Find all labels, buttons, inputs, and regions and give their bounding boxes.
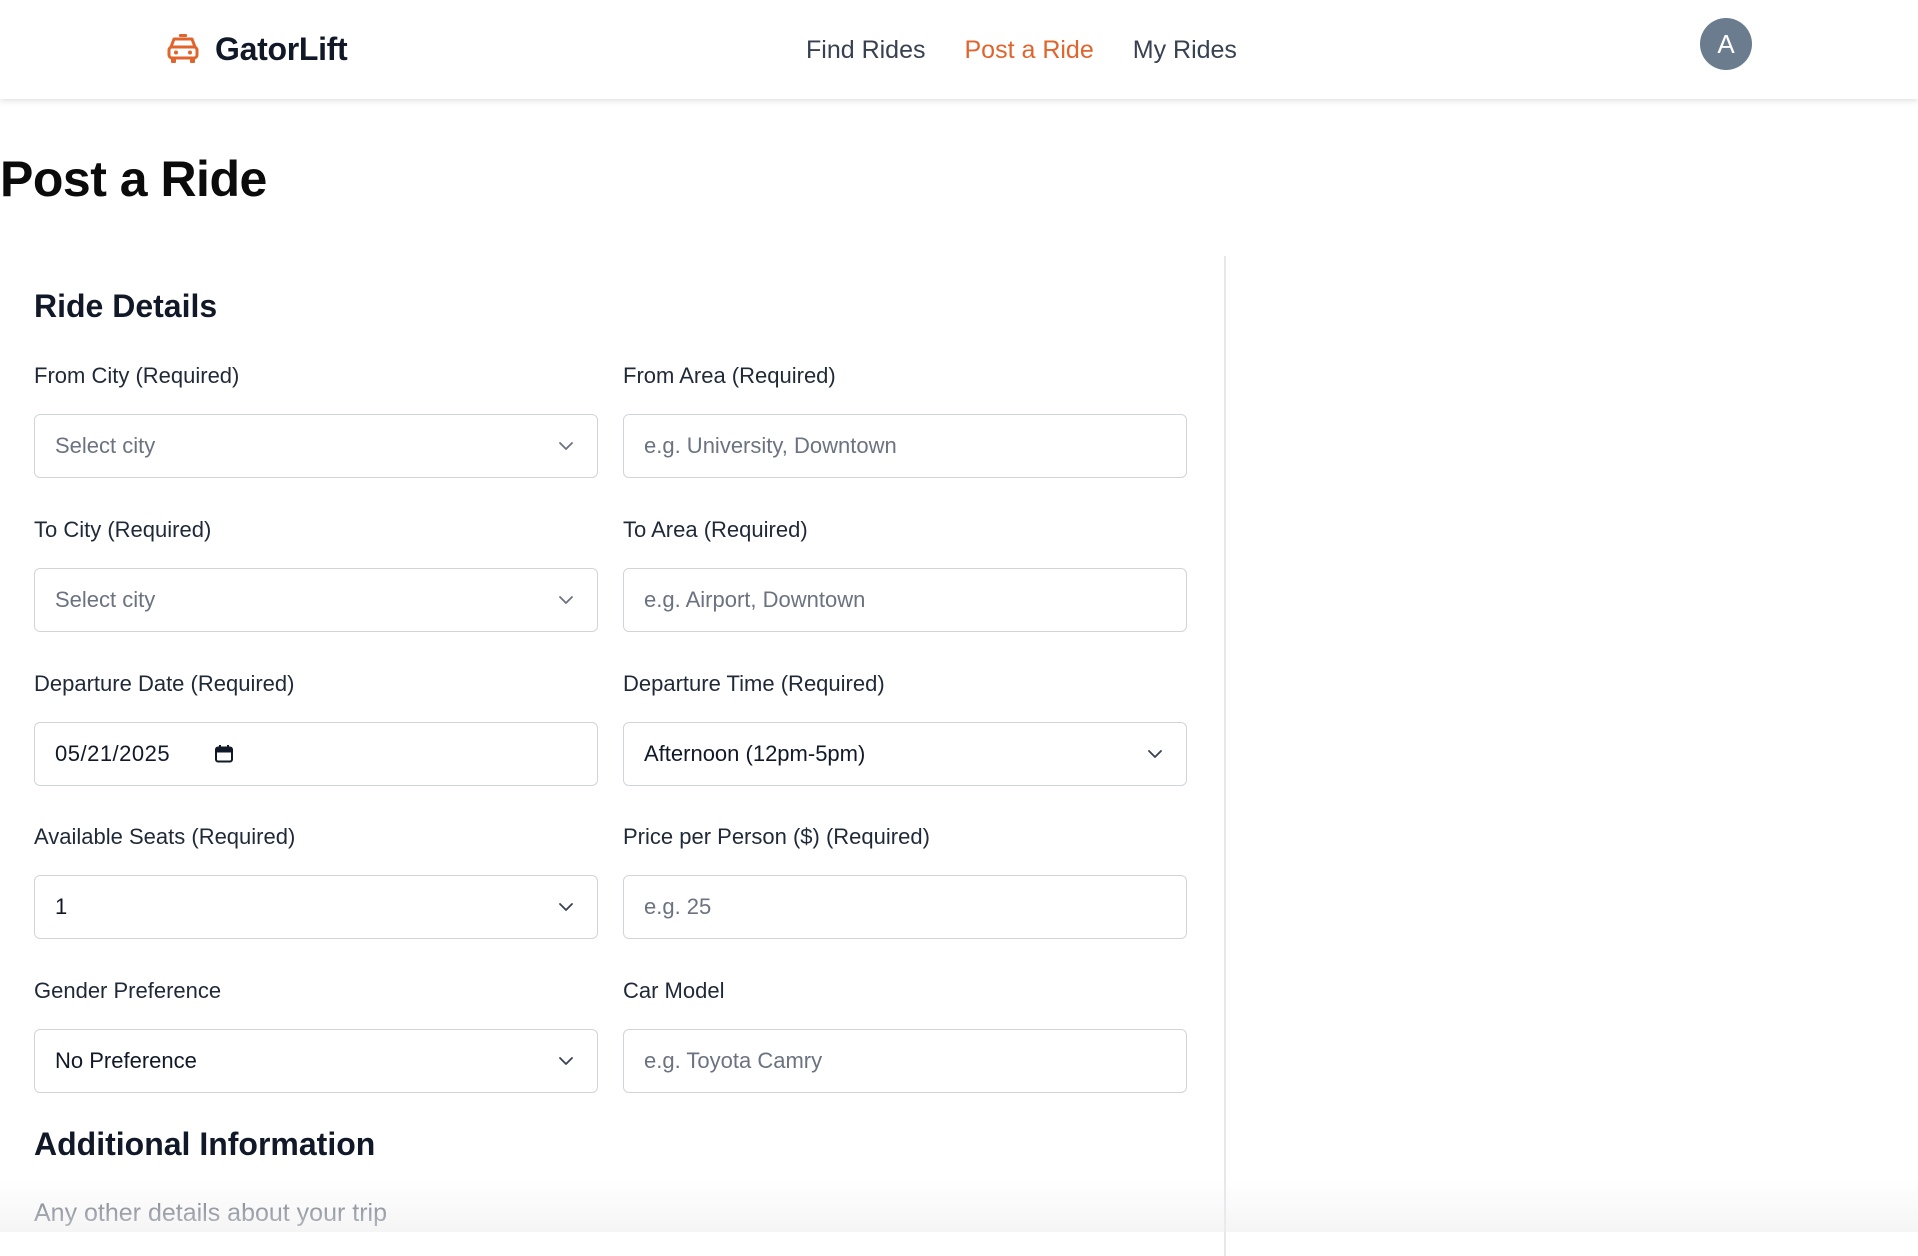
chevron-down-icon xyxy=(559,1057,573,1065)
gender-preference-value: No Preference xyxy=(55,1048,197,1073)
price-input-wrapper xyxy=(623,875,1187,939)
to-city-field: To City (Required) Select city xyxy=(34,514,598,632)
available-seats-select[interactable]: 1 xyxy=(34,875,598,939)
to-city-value: Select city xyxy=(55,587,156,612)
nav-find-rides[interactable]: Find Rides xyxy=(806,36,926,65)
post-ride-form: Ride Details From City (Required) Select… xyxy=(0,256,1226,1256)
departure-time-select[interactable]: Afternoon (12pm-5pm) xyxy=(623,722,1187,786)
chevron-down-icon xyxy=(1148,750,1162,758)
available-seats-label: Available Seats (Required) xyxy=(34,824,296,849)
from-city-field: From City (Required) Select city xyxy=(34,360,598,478)
calendar-icon[interactable] xyxy=(214,744,234,764)
departure-date-field: Departure Date (Required) 05/21/2025 xyxy=(34,668,598,786)
gender-preference-select[interactable]: No Preference xyxy=(34,1029,598,1093)
chevron-down-icon xyxy=(559,903,573,911)
available-seats-field: Available Seats (Required) 1 xyxy=(34,821,598,939)
main-nav: Find Rides Post a Ride My Rides xyxy=(806,30,1237,70)
price-field: Price per Person ($) (Required) xyxy=(623,821,1187,939)
brand-logo[interactable]: GatorLift xyxy=(165,28,348,70)
from-area-input[interactable] xyxy=(644,415,1166,477)
to-city-select[interactable]: Select city xyxy=(34,568,598,632)
from-area-field: From Area (Required) xyxy=(623,360,1187,478)
departure-time-field: Departure Time (Required) Afternoon (12p… xyxy=(623,668,1187,786)
departure-date-input[interactable]: 05/21/2025 xyxy=(34,722,598,786)
car-icon xyxy=(167,34,199,63)
to-area-field: To Area (Required) xyxy=(623,514,1187,632)
car-model-input[interactable] xyxy=(644,1030,1166,1092)
navbar: GatorLift Find Rides Post a Ride My Ride… xyxy=(0,0,1918,99)
brand-name: GatorLift xyxy=(215,30,348,67)
car-model-input-wrapper xyxy=(623,1029,1187,1093)
to-city-label: To City (Required) xyxy=(34,517,212,542)
from-city-select[interactable]: Select city xyxy=(34,414,598,478)
chevron-down-icon xyxy=(559,596,573,604)
from-area-label: From Area (Required) xyxy=(623,363,836,388)
price-label: Price per Person ($) (Required) xyxy=(623,824,930,849)
ride-details-title: Ride Details xyxy=(34,288,218,324)
price-input[interactable] xyxy=(644,876,1166,938)
departure-time-value: Afternoon (12pm-5pm) xyxy=(644,741,866,766)
to-area-input[interactable] xyxy=(644,569,1166,631)
user-avatar[interactable]: A xyxy=(1700,18,1752,70)
car-model-label: Car Model xyxy=(623,978,725,1003)
nav-my-rides[interactable]: My Rides xyxy=(1133,36,1237,65)
from-city-value: Select city xyxy=(55,433,156,458)
nav-post-a-ride[interactable]: Post a Ride xyxy=(965,36,1094,65)
gender-preference-label: Gender Preference xyxy=(34,978,222,1003)
chevron-down-icon xyxy=(559,442,573,450)
departure-date-value: 05/21/2025 xyxy=(55,741,171,766)
departure-date-label: Departure Date (Required) xyxy=(34,671,295,696)
to-area-input-wrapper xyxy=(623,568,1187,632)
from-area-input-wrapper xyxy=(623,414,1187,478)
available-seats-value: 1 xyxy=(55,894,68,919)
gender-preference-field: Gender Preference No Preference xyxy=(34,975,598,1093)
page-title: Post a Ride xyxy=(0,151,267,207)
additional-info-textarea[interactable]: Any other details about your trip xyxy=(34,1199,387,1228)
to-area-label: To Area (Required) xyxy=(623,517,808,542)
additional-info-title: Additional Information xyxy=(34,1126,376,1162)
departure-time-label: Departure Time (Required) xyxy=(623,671,885,696)
car-model-field: Car Model xyxy=(623,975,1187,1093)
from-city-label: From City (Required) xyxy=(34,363,240,388)
